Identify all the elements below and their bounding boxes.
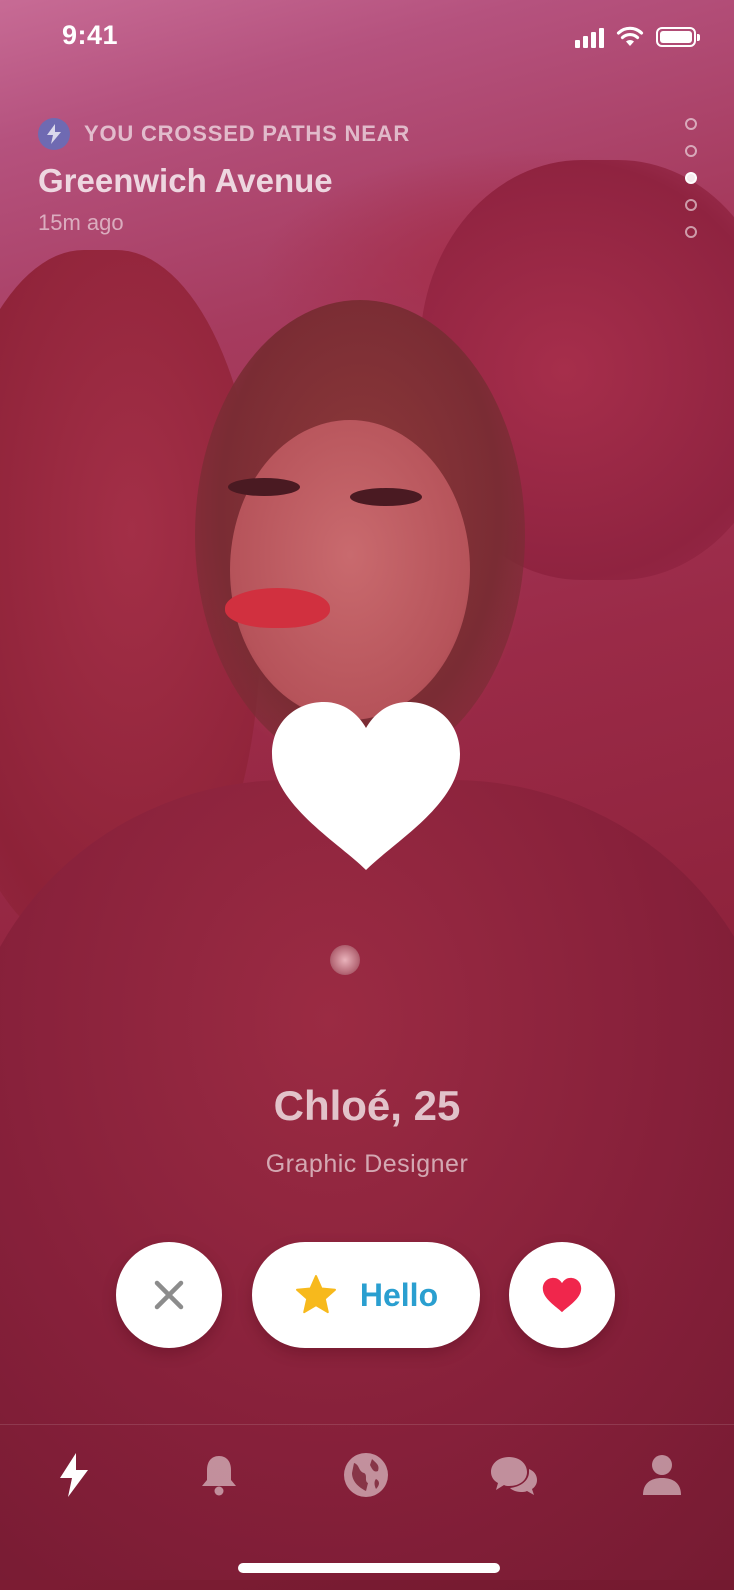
crossed-paths-info: YOU CROSSED PATHS NEAR Greenwich Avenue … xyxy=(38,118,410,236)
tab-notifications[interactable] xyxy=(193,1449,245,1501)
status-bar: 9:41 xyxy=(0,0,734,80)
photo-pager[interactable] xyxy=(685,118,697,238)
photo-pager-dot[interactable] xyxy=(685,118,697,130)
photo-lips xyxy=(225,588,330,628)
like-button[interactable] xyxy=(509,1242,615,1348)
profile-occupation: Graphic Designer xyxy=(265,1150,469,1178)
lightning-icon xyxy=(38,118,70,150)
hello-button-label: Hello xyxy=(359,1276,439,1313)
profile-name-age: Chloé, 25 xyxy=(273,1082,461,1129)
photo-pager-dot[interactable] xyxy=(685,226,697,238)
photo-jacket-button xyxy=(330,945,360,975)
crossed-paths-caption: YOU CROSSED PATHS NEAR xyxy=(84,121,411,146)
chat-bubbles-icon xyxy=(491,1457,537,1495)
photo-pager-dot[interactable] xyxy=(685,199,697,211)
match-screen: 9:41 YOU CROSSED PATHS NEAR Greenwich Av… xyxy=(0,0,734,1590)
heart-icon xyxy=(542,1277,582,1313)
globe-icon xyxy=(344,1453,388,1497)
tab-explore[interactable] xyxy=(340,1449,392,1501)
battery-icon xyxy=(656,27,700,47)
action-bar: Hello xyxy=(0,1242,734,1350)
hello-button[interactable]: Hello xyxy=(252,1242,480,1348)
status-time: 9:41 xyxy=(62,20,119,50)
close-icon xyxy=(154,1280,184,1310)
status-icons xyxy=(575,26,700,48)
like-overlay-heart-icon xyxy=(272,702,460,870)
photo-eye-left xyxy=(228,478,300,496)
photo-eye-right xyxy=(350,488,422,506)
lightning-icon xyxy=(60,1453,88,1497)
crossed-paths-time: 15m ago xyxy=(38,210,124,235)
star-icon xyxy=(295,1275,336,1314)
wifi-icon xyxy=(616,26,644,46)
photo-pager-dot[interactable] xyxy=(685,145,697,157)
tab-discover[interactable] xyxy=(48,1449,100,1501)
profile-icon xyxy=(643,1455,681,1495)
photo-face xyxy=(230,420,470,720)
crossed-paths-location: Greenwich Avenue xyxy=(38,162,333,199)
photo-pager-dot-active[interactable] xyxy=(685,172,697,184)
tab-messages[interactable] xyxy=(488,1449,540,1501)
tab-profile[interactable] xyxy=(636,1449,688,1501)
bell-icon xyxy=(202,1456,236,1496)
home-indicator[interactable] xyxy=(238,1563,500,1573)
nope-button[interactable] xyxy=(116,1242,222,1348)
cellular-signal-icon xyxy=(575,26,604,48)
